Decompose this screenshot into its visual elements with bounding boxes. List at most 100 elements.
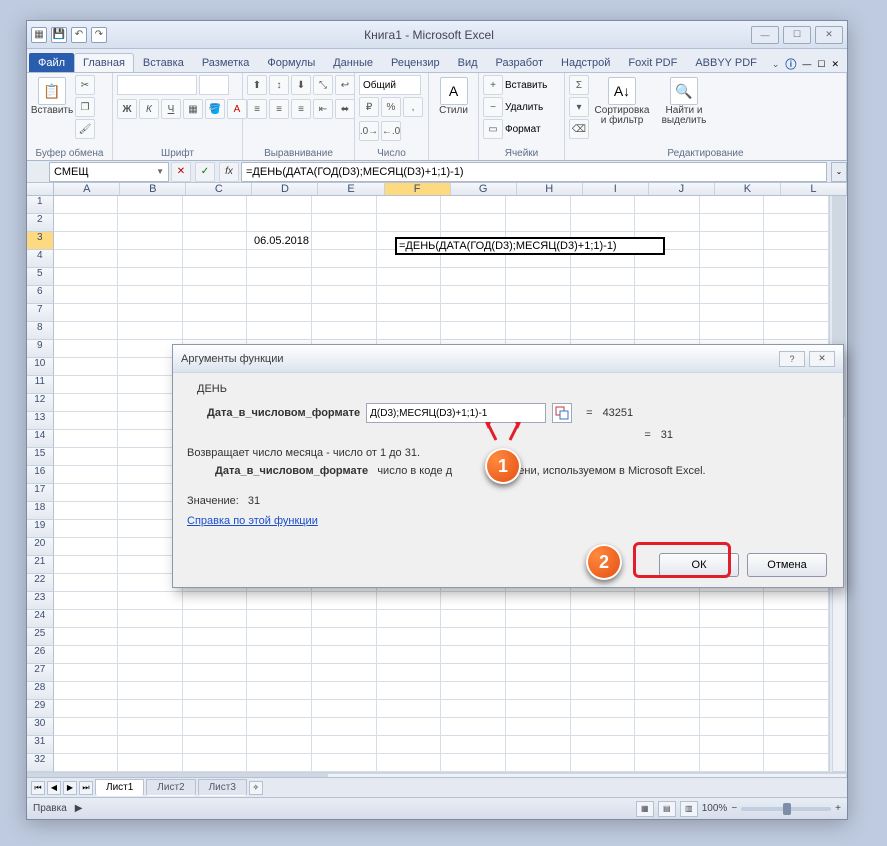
align-left-icon[interactable]: ≡ xyxy=(247,99,267,119)
cell[interactable] xyxy=(764,700,829,718)
row-header-5[interactable]: 5 xyxy=(27,268,54,286)
tab-review[interactable]: Рецензир xyxy=(382,53,449,72)
cell[interactable] xyxy=(183,754,248,772)
col-C[interactable]: C xyxy=(186,183,252,195)
cell[interactable] xyxy=(441,718,506,736)
cell[interactable] xyxy=(183,592,248,610)
cell[interactable] xyxy=(54,214,119,232)
cell[interactable] xyxy=(441,700,506,718)
new-sheet-icon[interactable]: ✧ xyxy=(249,781,263,795)
cell[interactable] xyxy=(700,304,765,322)
cell[interactable] xyxy=(764,664,829,682)
align-center-icon[interactable]: ≡ xyxy=(269,99,289,119)
cell[interactable] xyxy=(247,718,312,736)
fill-icon[interactable]: ▾ xyxy=(569,97,589,117)
cell[interactable] xyxy=(441,214,506,232)
cell[interactable] xyxy=(441,286,506,304)
col-H[interactable]: H xyxy=(517,183,583,195)
cell[interactable] xyxy=(183,304,248,322)
cell[interactable] xyxy=(700,646,765,664)
align-right-icon[interactable]: ≡ xyxy=(291,99,311,119)
cell[interactable] xyxy=(377,196,442,214)
view-normal-icon[interactable]: ▦ xyxy=(636,801,654,817)
cell[interactable] xyxy=(571,736,636,754)
cell[interactable] xyxy=(54,718,119,736)
col-J[interactable]: J xyxy=(649,183,715,195)
cell[interactable] xyxy=(118,736,183,754)
cell[interactable] xyxy=(247,592,312,610)
cell[interactable] xyxy=(506,304,571,322)
cell[interactable] xyxy=(247,250,312,268)
cell[interactable] xyxy=(247,736,312,754)
row-header-20[interactable]: 20 xyxy=(27,538,54,556)
cell[interactable] xyxy=(571,610,636,628)
format-painter-icon[interactable]: 🖌 xyxy=(75,119,95,139)
tab-file[interactable]: Файл xyxy=(29,53,74,72)
expand-formula-icon[interactable]: ⌄ xyxy=(831,162,847,182)
cell[interactable] xyxy=(183,664,248,682)
cell[interactable] xyxy=(118,196,183,214)
sheet-nav-next[interactable]: ▶ xyxy=(63,781,77,795)
cell[interactable] xyxy=(54,700,119,718)
cell[interactable] xyxy=(118,646,183,664)
cell[interactable] xyxy=(247,196,312,214)
row-header-6[interactable]: 6 xyxy=(27,286,54,304)
ok-button[interactable]: ОК xyxy=(659,553,739,577)
cell[interactable] xyxy=(312,214,377,232)
cell[interactable] xyxy=(764,214,829,232)
cell[interactable] xyxy=(571,322,636,340)
cut-icon[interactable]: ✂ xyxy=(75,75,95,95)
cell[interactable] xyxy=(441,628,506,646)
cell[interactable] xyxy=(247,700,312,718)
dialog-title-bar[interactable]: Аргументы функции ? ✕ xyxy=(173,345,843,373)
cell[interactable] xyxy=(441,754,506,772)
cell[interactable] xyxy=(764,718,829,736)
border-icon[interactable]: ▦ xyxy=(183,99,203,119)
cell[interactable] xyxy=(635,610,700,628)
col-E[interactable]: E xyxy=(318,183,384,195)
col-L[interactable]: L xyxy=(781,183,847,195)
cell[interactable] xyxy=(506,682,571,700)
cell[interactable] xyxy=(247,628,312,646)
cell[interactable] xyxy=(183,628,248,646)
cell[interactable] xyxy=(377,610,442,628)
cell[interactable] xyxy=(118,250,183,268)
cell[interactable] xyxy=(118,610,183,628)
row-header-8[interactable]: 8 xyxy=(27,322,54,340)
sheet-nav-last[interactable]: ⏭ xyxy=(79,781,93,795)
cell[interactable] xyxy=(506,628,571,646)
cell[interactable] xyxy=(700,718,765,736)
cell[interactable] xyxy=(506,322,571,340)
align-middle-icon[interactable]: ↕ xyxy=(269,75,289,95)
row-header-12[interactable]: 12 xyxy=(27,394,54,412)
doc-max-icon[interactable]: ☐ xyxy=(817,59,825,70)
cell[interactable] xyxy=(54,556,119,574)
cell[interactable] xyxy=(183,214,248,232)
doc-min-icon[interactable]: — xyxy=(802,59,811,69)
cell[interactable] xyxy=(54,232,119,250)
align-top-icon[interactable]: ⬆ xyxy=(247,75,267,95)
cell[interactable] xyxy=(377,718,442,736)
save-icon[interactable]: 💾 xyxy=(51,27,67,43)
redo-icon[interactable]: ↷ xyxy=(91,27,107,43)
undo-icon[interactable]: ↶ xyxy=(71,27,87,43)
tab-addins[interactable]: Надстрой xyxy=(552,53,619,72)
cell[interactable] xyxy=(635,592,700,610)
cell[interactable] xyxy=(54,376,119,394)
cell[interactable] xyxy=(54,502,119,520)
clear-icon[interactable]: ⌫ xyxy=(569,119,589,139)
cell[interactable] xyxy=(441,736,506,754)
cell[interactable] xyxy=(764,592,829,610)
cell[interactable] xyxy=(377,700,442,718)
paste-button[interactable]: 📋 Вставить xyxy=(31,75,73,116)
cell[interactable] xyxy=(571,646,636,664)
cell[interactable] xyxy=(54,250,119,268)
cell[interactable] xyxy=(312,196,377,214)
cell[interactable] xyxy=(441,268,506,286)
view-pagebreak-icon[interactable]: ▥ xyxy=(680,801,698,817)
number-format-combo[interactable]: Общий xyxy=(359,75,421,95)
tab-layout[interactable]: Разметка xyxy=(193,53,259,72)
cell[interactable] xyxy=(312,592,377,610)
cell[interactable] xyxy=(571,196,636,214)
cell[interactable] xyxy=(312,736,377,754)
